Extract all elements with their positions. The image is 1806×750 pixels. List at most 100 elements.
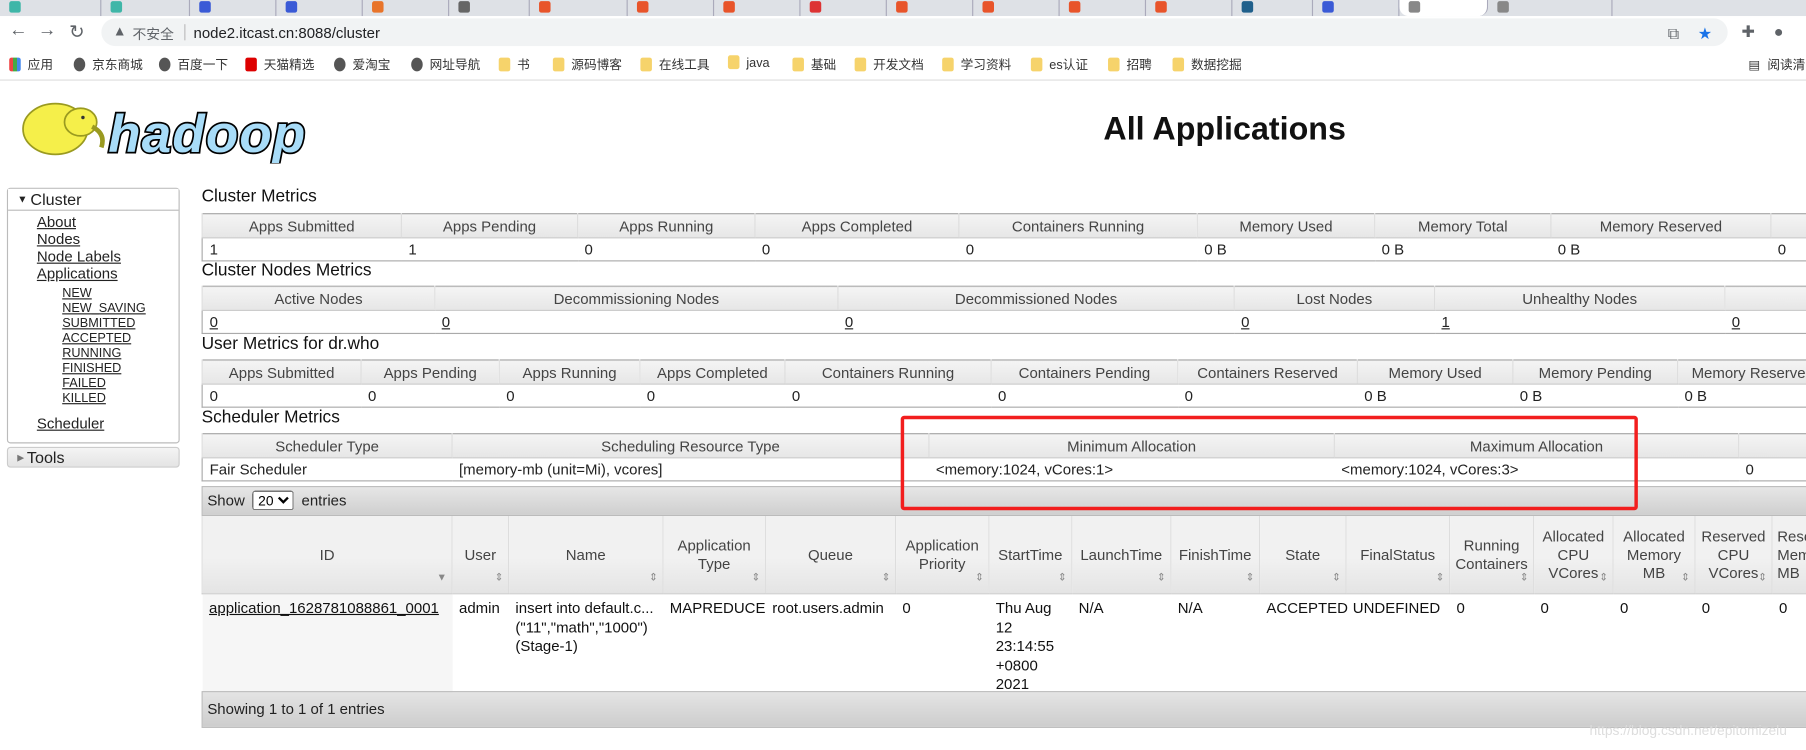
sidebar-link-about[interactable]: About: [37, 213, 76, 230]
bookmark-label: java: [746, 56, 770, 71]
column-header-label: Allocated Memory MB: [1623, 526, 1685, 582]
bookmark-item[interactable]: 爱淘宝: [334, 55, 390, 73]
divider: [184, 24, 186, 41]
metric-link[interactable]: 1: [1441, 313, 1449, 330]
browser-toolbar: ← → ↻ ▲ 不安全 node2.itcast.cn:8088/cluster…: [0, 16, 1806, 49]
sidebar-link-scheduler[interactable]: Scheduler: [37, 415, 104, 432]
column-header-sortable[interactable]: Running Containers ⇕: [1448, 516, 1534, 595]
browser-tab[interactable]: [1313, 0, 1400, 17]
column-header-sortable[interactable]: Name ⇕: [507, 516, 663, 595]
bookmark-item[interactable]: 京东商城: [73, 55, 143, 73]
column-header-sortable[interactable]: ID ▼: [201, 516, 453, 595]
browser-tab[interactable]: [973, 0, 1060, 17]
bookmark-item[interactable]: 百度一下: [158, 55, 228, 73]
reload-icon[interactable]: ↻: [69, 21, 84, 44]
sidebar-state-killed[interactable]: KILLED: [62, 392, 106, 406]
browser-tab[interactable]: [530, 0, 628, 17]
page-size-select[interactable]: 20: [252, 490, 294, 511]
browser-tab[interactable]: [628, 0, 715, 17]
sidebar-state-accepted[interactable]: ACCEPTED: [62, 332, 131, 346]
table-cell: 0: [1620, 598, 1629, 617]
column-header-sortable[interactable]: Allocated Memory MB ⇕: [1612, 516, 1695, 595]
browser-tab[interactable]: [0, 0, 102, 17]
sort-icon: ⇕: [751, 571, 761, 583]
column-header-sortable[interactable]: Reserved CPU VCores ⇕: [1694, 516, 1773, 595]
bookmark-item[interactable]: 书: [498, 55, 530, 73]
sidebar-link-applications[interactable]: Applications: [37, 265, 118, 282]
browser-tab[interactable]: [1399, 0, 1489, 17]
browser-tab[interactable]: [1146, 0, 1233, 17]
metric-link[interactable]: 0: [442, 313, 450, 330]
bookmark-item[interactable]: 天猫精选: [245, 55, 314, 73]
application-id-link[interactable]: application_1628781088861_0001: [209, 599, 439, 616]
browser-tab[interactable]: [190, 0, 277, 17]
sidebar-link-node-labels[interactable]: Node Labels: [37, 248, 121, 265]
bookmark-item[interactable]: 开发文档: [854, 55, 924, 73]
back-icon[interactable]: ←: [9, 21, 27, 42]
url-text[interactable]: node2.itcast.cn:8088/cluster: [194, 24, 380, 41]
reading-list-button[interactable]: ▤ 阅读清: [1748, 55, 1805, 73]
column-header-sortable[interactable]: FinalStatus ⇕: [1345, 516, 1450, 595]
column-header-label: Application Type: [677, 536, 751, 572]
column-header-sortable[interactable]: State ⇕: [1258, 516, 1346, 595]
column-header-sortable[interactable]: Allocated CPU VCores ⇕: [1533, 516, 1614, 595]
metric-value: 0 B: [1381, 240, 1405, 259]
bookmark-item[interactable]: 网址导航: [411, 55, 480, 73]
bookmark-item[interactable]: 学习资料: [942, 55, 1011, 73]
column-header-sortable[interactable]: Reserved Memory MB⇕: [1771, 516, 1806, 595]
column-header-sortable[interactable]: LaunchTime ⇕: [1071, 516, 1171, 595]
sidebar-tools-header[interactable]: ▶ Tools: [6, 446, 180, 468]
sidebar-cluster-header[interactable]: ▼ Cluster: [8, 188, 179, 211]
browser-tab[interactable]: [1488, 0, 1613, 17]
table-row: 0 0 0 0 0 0 0 0 B 0 B 0 B: [202, 384, 1806, 407]
bookmark-item[interactable]: 数据挖掘: [1172, 55, 1242, 73]
metric-link[interactable]: 0: [1241, 313, 1249, 330]
browser-tab[interactable]: [887, 0, 974, 17]
bookmark-item[interactable]: es认证: [1030, 55, 1088, 73]
sidebar-link-nodes[interactable]: Nodes: [37, 230, 80, 247]
favicon-icon: [1155, 1, 1167, 13]
translate-icon[interactable]: ⧉: [1668, 24, 1680, 44]
browser-tab[interactable]: [449, 0, 530, 17]
sidebar-state-new-saving[interactable]: NEW_SAVING: [62, 302, 146, 316]
browser-tab[interactable]: [363, 0, 450, 17]
sidebar-state-new[interactable]: NEW: [62, 287, 92, 301]
column-header-sortable[interactable]: StartTime ⇕: [988, 516, 1072, 595]
bookmark-item[interactable]: java: [727, 55, 770, 71]
extensions-icon[interactable]: ✚: [1742, 22, 1756, 42]
bookmark-item[interactable]: 基础: [792, 55, 836, 73]
browser-tab[interactable]: [276, 0, 363, 17]
column-header-sortable[interactable]: User ⇕: [451, 516, 509, 595]
metric-link[interactable]: 0: [845, 313, 853, 330]
table-cell: N/A: [1078, 598, 1104, 617]
browser-tab[interactable]: [801, 0, 887, 17]
browser-tab[interactable]: [714, 0, 801, 17]
address-bar[interactable]: ▲ 不安全 node2.itcast.cn:8088/cluster ⧉ ★: [101, 18, 1728, 47]
forward-icon[interactable]: →: [38, 21, 56, 42]
browser-tab[interactable]: [1232, 0, 1314, 17]
bookmark-item[interactable]: 应用: [9, 55, 53, 73]
favicon-icon: [110, 1, 123, 13]
browser-tab[interactable]: [101, 0, 191, 17]
metric-link[interactable]: 0: [1732, 313, 1740, 330]
sidebar-tools-label: Tools: [26, 448, 65, 467]
sidebar-state-finished[interactable]: FINISHED: [62, 362, 121, 376]
column-header-sortable[interactable]: Queue ⇕: [764, 516, 896, 595]
browser-tab[interactable]: [1060, 0, 1147, 17]
metric-link[interactable]: 0: [210, 313, 218, 330]
bookmark-item[interactable]: 在线工具: [640, 55, 710, 73]
sidebar-state-submitted[interactable]: SUBMITTED: [62, 317, 135, 331]
bookmark-item[interactable]: 招聘: [1108, 55, 1152, 73]
bookmark-item[interactable]: 源码博客: [552, 55, 622, 73]
column-header: Apps Completed: [639, 359, 785, 385]
column-header-sortable[interactable]: Application Priority ⇕: [894, 516, 989, 595]
profile-icon[interactable]: ●: [1774, 22, 1784, 40]
sidebar-state-running[interactable]: RUNNING: [62, 347, 121, 361]
column-header-sortable[interactable]: FinishTime ⇕: [1170, 516, 1260, 595]
highlight-box: [900, 415, 1638, 511]
bookmark-star-icon[interactable]: ★: [1698, 24, 1712, 44]
column-header: Apps Completed: [754, 213, 959, 239]
column-header-sortable[interactable]: Application Type ⇕: [662, 516, 766, 595]
table-cell: root.users.admin: [772, 598, 884, 617]
sidebar-state-failed[interactable]: FAILED: [62, 377, 106, 391]
